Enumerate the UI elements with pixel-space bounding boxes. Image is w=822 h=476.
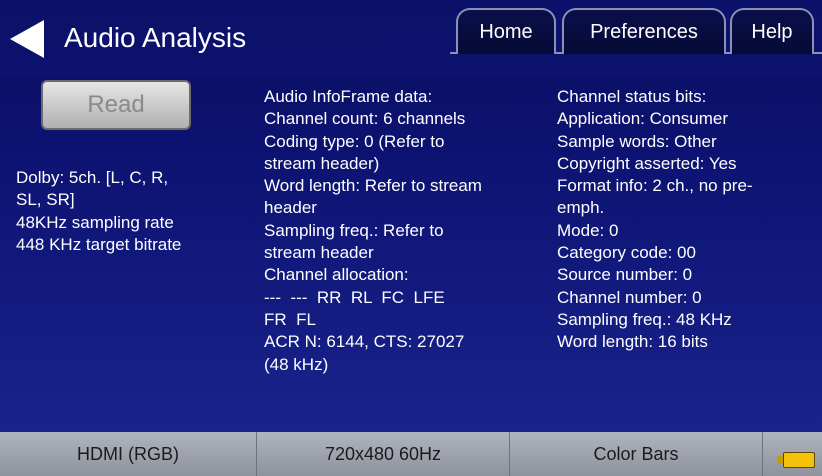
dolby-line: 48KHz sampling rate: [16, 212, 174, 232]
infoframe-line: Word length: Refer to stream: [264, 176, 482, 196]
infoframe-line: header: [264, 198, 317, 218]
pattern-status[interactable]: Color Bars: [510, 432, 763, 476]
audio-analysis-screen: Audio Analysis Home Preferences Help Rea…: [0, 0, 822, 476]
video-interface-status[interactable]: HDMI (RGB): [0, 432, 257, 476]
infoframe-line: ACR N: 6144, CTS: 27027: [264, 332, 465, 352]
infoframe-line: stream header: [264, 243, 374, 263]
channel-status-line: Copyright asserted: Yes: [557, 153, 737, 173]
infoframe-line: Coding type: 0 (Refer to: [264, 131, 445, 151]
infoframe-panel: Audio InfoFrame data: Channel count: 6 c…: [264, 86, 482, 376]
tab-help[interactable]: Help: [730, 8, 814, 54]
dolby-line: 448 KHz target bitrate: [16, 234, 182, 254]
dolby-line: Dolby: 5ch. [L, C, R,: [16, 168, 169, 187]
channel-status-line: Category code: 00: [557, 243, 696, 263]
infoframe-line: Channel count: 6 channels: [264, 109, 466, 129]
channel-status-line: Sample words: Other: [557, 131, 717, 151]
infoframe-line: stream header): [264, 153, 380, 173]
page-title: Audio Analysis: [64, 22, 247, 53]
dolby-line: SL, SR]: [16, 190, 75, 210]
battery-icon: [783, 452, 815, 468]
channel-status-line: Channel status bits:: [557, 87, 707, 106]
infoframe-line: Audio InfoFrame data:: [264, 87, 433, 106]
channel-status-line: Word length: 16 bits: [557, 332, 708, 352]
back-arrow-icon[interactable]: [10, 20, 44, 58]
tab-home[interactable]: Home: [456, 8, 556, 54]
status-footer: HDMI (RGB) 720x480 60Hz Color Bars: [0, 432, 822, 476]
resolution-status[interactable]: 720x480 60Hz: [257, 432, 510, 476]
infoframe-line: (48 kHz): [264, 354, 329, 374]
channel-status-line: Format info: 2 ch., no pre-: [557, 176, 753, 196]
dolby-info-panel: Dolby: 5ch. [L, C, R, SL, SR] 48KHz samp…: [16, 167, 181, 256]
channel-status-line: Application: Consumer: [557, 109, 729, 129]
channel-status-line: Source number: 0: [557, 265, 693, 285]
channel-status-panel: Channel status bits: Application: Consum…: [557, 86, 753, 354]
channel-status-line: Mode: 0: [557, 220, 619, 240]
infoframe-line: Sampling freq.: Refer to: [264, 220, 444, 240]
infoframe-line: --- --- RR RL FC LFE: [264, 287, 445, 307]
read-button[interactable]: Read: [41, 80, 191, 130]
tab-preferences[interactable]: Preferences: [562, 8, 726, 54]
channel-status-line: Sampling freq.: 48 KHz: [557, 309, 732, 329]
channel-status-line: emph.: [557, 198, 605, 218]
header-bar: Audio Analysis Home Preferences Help: [0, 0, 822, 76]
channel-status-line: Channel number: 0: [557, 287, 702, 307]
infoframe-line: FR FL: [264, 309, 316, 329]
infoframe-line: Channel allocation:: [264, 265, 409, 285]
